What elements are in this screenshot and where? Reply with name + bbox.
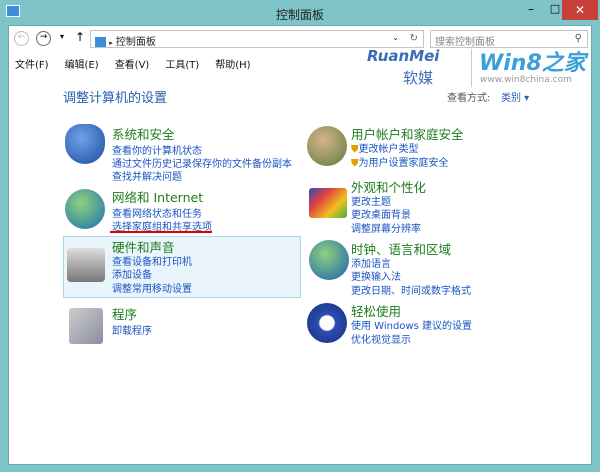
link[interactable]: ⛊为用户设置家庭安全 bbox=[351, 154, 449, 169]
window-title: 控制面板 bbox=[275, 8, 324, 22]
menu-view[interactable]: 查看(V) bbox=[115, 60, 150, 71]
menu-tools[interactable]: 工具(T) bbox=[165, 60, 199, 71]
link[interactable]: 查找并解决问题 bbox=[112, 168, 182, 183]
back-button[interactable]: ← bbox=[14, 31, 29, 46]
refresh-icon[interactable]: ↻ bbox=[410, 33, 418, 44]
shield-icon bbox=[65, 124, 105, 164]
category-system-security[interactable]: 系统和安全 bbox=[112, 124, 175, 143]
menu-edit[interactable]: 编辑(E) bbox=[65, 60, 99, 71]
up-button[interactable]: ↑ bbox=[75, 30, 85, 44]
category-programs[interactable]: 程序 bbox=[112, 304, 137, 323]
view-by-label: 查看方式: bbox=[447, 93, 491, 104]
link[interactable]: 更换输入法 bbox=[351, 268, 401, 283]
breadcrumb: 控制面板 bbox=[115, 37, 156, 48]
forward-button[interactable]: → bbox=[36, 31, 51, 46]
watermark-url: www.win8china.com bbox=[480, 75, 572, 85]
watermark: RuanMei 软媒 Win8之家 www.win8china.com bbox=[367, 47, 589, 92]
link[interactable]: 卸载程序 bbox=[112, 322, 152, 337]
menu-help[interactable]: 帮助(H) bbox=[215, 60, 250, 71]
programs-icon bbox=[69, 308, 103, 344]
search-icon[interactable]: ⚲ bbox=[575, 33, 582, 44]
link[interactable]: 调整屏幕分辨率 bbox=[351, 220, 421, 235]
menu-file[interactable]: 文件(F) bbox=[15, 60, 49, 71]
minimize-button[interactable]: – bbox=[520, 2, 542, 20]
watermark-ruanmei-cn: 软媒 bbox=[403, 69, 434, 87]
recent-dropdown-icon[interactable]: ▾ bbox=[60, 32, 64, 41]
breadcrumb-arrow-icon: ▸ bbox=[109, 39, 113, 47]
link[interactable]: 调整常用移动设置 bbox=[112, 280, 192, 295]
watermark-win8: Win8之家 bbox=[479, 51, 586, 76]
address-bar[interactable]: ▸ 控制面板 ⌄ ↻ bbox=[90, 30, 424, 48]
red-underline bbox=[110, 231, 212, 233]
link[interactable]: 更改桌面背景 bbox=[351, 206, 411, 221]
uac-shield-icon: ⛊ bbox=[351, 158, 359, 169]
link[interactable]: 更改日期、时间或数字格式 bbox=[351, 282, 471, 297]
link[interactable]: ⛊更改帐户类型 bbox=[351, 140, 419, 155]
view-by-dropdown[interactable]: 类别 ▾ bbox=[501, 89, 529, 104]
control-panel-icon bbox=[95, 37, 106, 47]
link[interactable]: 添加设备 bbox=[112, 266, 152, 281]
address-dropdown-icon[interactable]: ⌄ bbox=[392, 33, 399, 42]
link[interactable]: 使用 Windows 建议的设置 bbox=[351, 317, 472, 332]
clock-globe-icon bbox=[309, 240, 349, 280]
page-title: 调整计算机的设置 bbox=[63, 91, 168, 106]
window-body: ← → ▾ ↑ ▸ 控制面板 ⌄ ↻ 搜索控制面板 ⚲ 文件(F) 编辑(E) 查看… bbox=[8, 25, 592, 465]
users-icon bbox=[307, 126, 347, 166]
appearance-icon bbox=[309, 188, 347, 218]
close-button[interactable]: ✕ bbox=[562, 0, 598, 20]
printer-icon bbox=[67, 248, 105, 282]
category-network[interactable]: 网络和 Internet bbox=[112, 187, 203, 206]
ease-of-access-icon bbox=[307, 303, 347, 343]
watermark-ruanmei: RuanMei bbox=[367, 47, 440, 65]
network-globe-icon bbox=[65, 189, 105, 229]
link[interactable]: 优化视觉显示 bbox=[351, 331, 411, 346]
